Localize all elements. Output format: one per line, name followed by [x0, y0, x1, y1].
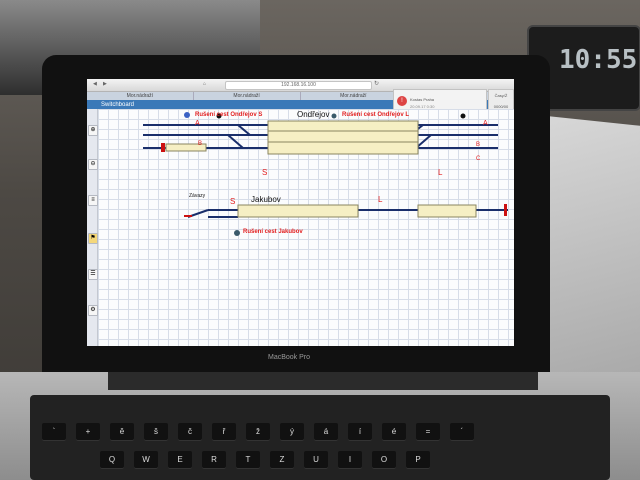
- keyboard-key: š: [144, 423, 168, 441]
- marker-a-left: A: [195, 120, 200, 127]
- jakubov-platform: [237, 204, 359, 218]
- app-title: Switchboard: [101, 102, 135, 108]
- menu-icon[interactable]: ≡: [88, 195, 98, 206]
- buffer-stop: [161, 143, 165, 152]
- keyboard-key: Q: [100, 451, 124, 469]
- cancel-button-dot[interactable]: [331, 113, 337, 119]
- keyboard: ` + ě š č ř ž ý á í é = ´ Q W E R T Z U I O P: [30, 395, 610, 480]
- station-name-ondrejov: Ondřejov: [297, 110, 330, 119]
- keyboard-key: `: [42, 423, 66, 441]
- settings-icon[interactable]: ⚙: [88, 305, 98, 316]
- zoom-out-icon[interactable]: ⊖: [88, 159, 98, 170]
- keyboard-key: Z: [270, 451, 294, 469]
- marker-c-right: C: [476, 156, 481, 162]
- keyboard-key: é: [382, 423, 406, 441]
- train-icon[interactable]: ⚑: [88, 233, 98, 244]
- list-icon[interactable]: ☰: [88, 269, 98, 280]
- keyboard-key: ´: [450, 423, 474, 441]
- signal-dot: [460, 113, 466, 119]
- keyboard-key: ě: [110, 423, 134, 441]
- keyboard-key: +: [76, 423, 100, 441]
- marker-l: L: [438, 168, 443, 177]
- jakubov-marker-s: S: [230, 197, 236, 206]
- address-bar[interactable]: 192.168.16.100: [225, 81, 372, 90]
- keyboard-key: O: [372, 451, 396, 469]
- browser-tab[interactable]: Mor.nádraží: [87, 92, 194, 100]
- cancel-button-dot[interactable]: [184, 112, 190, 118]
- notification-title: Kostas Praha: [410, 97, 435, 102]
- keyboard-key: U: [304, 451, 328, 469]
- switch-line: [237, 124, 251, 136]
- ondrejov-platform: [267, 120, 419, 155]
- time-panel-top: Časy/Ž: [494, 93, 508, 98]
- tool-sidebar: ⊕ ⊖ ≡ ⚑ ☰ ⚙: [87, 109, 98, 346]
- keyboard-key: ř: [212, 423, 236, 441]
- home-icon[interactable]: ⌂: [203, 81, 206, 87]
- keyboard-key: P: [406, 451, 430, 469]
- keyboard-key: í: [348, 423, 372, 441]
- browser-tab[interactable]: Mor.nádraží: [194, 92, 301, 100]
- buffer-stop: [504, 204, 507, 216]
- laptop-screen: ◀ ▶ ⌂ 192.168.16.100 ↻ Mor.nádraží Mor.ná…: [87, 79, 514, 346]
- cancel-jakubov[interactable]: Rušení cest Jakubov: [243, 229, 303, 235]
- keyboard-key: ž: [246, 423, 270, 441]
- switch-line: [227, 134, 244, 149]
- keyboard-key: T: [236, 451, 260, 469]
- keyboard-key: č: [178, 423, 202, 441]
- laptop-hinge: [108, 372, 538, 390]
- track-diagram: [143, 112, 508, 236]
- forward-icon[interactable]: ▶: [103, 81, 107, 87]
- jakubov-marker-l: L: [378, 195, 383, 204]
- reload-icon[interactable]: ↻: [374, 80, 379, 87]
- keyboard-key: ý: [280, 423, 304, 441]
- label-zavazy: Závazy: [189, 193, 206, 199]
- alert-icon: !: [397, 96, 407, 106]
- station-name-jakubov: Jakubov: [251, 195, 281, 204]
- cancel-ondrejov-s[interactable]: Rušení cest Ondřejov S: [195, 112, 262, 118]
- keyboard-key: á: [314, 423, 338, 441]
- marker-b-right: B: [476, 142, 481, 148]
- zoom-in-icon[interactable]: ⊕: [88, 125, 98, 136]
- cancel-button-dot[interactable]: [234, 230, 240, 236]
- marker-a-right: A: [483, 120, 488, 127]
- keyboard-key: W: [134, 451, 158, 469]
- browser-tab[interactable]: Mor.nádraží: [301, 92, 408, 100]
- marker-s: S: [262, 168, 268, 177]
- keyboard-key: R: [202, 451, 226, 469]
- keyboard-key: =: [416, 423, 440, 441]
- keyboard-key: E: [168, 451, 192, 469]
- switchboard-grid: Rušení cest Ondřejov S Ondřejov Rušení c…: [98, 109, 514, 346]
- back-icon[interactable]: ◀: [93, 81, 97, 87]
- marker-b-left: B: [198, 141, 203, 147]
- clock-display: 10:55: [559, 45, 638, 75]
- cancel-ondrejov-l[interactable]: Rušení cest Ondřejov L: [342, 112, 409, 118]
- laptop-brand: MacBook Pro: [268, 354, 311, 361]
- jakubov-platform-2: [417, 204, 477, 218]
- keyboard-key: I: [338, 451, 362, 469]
